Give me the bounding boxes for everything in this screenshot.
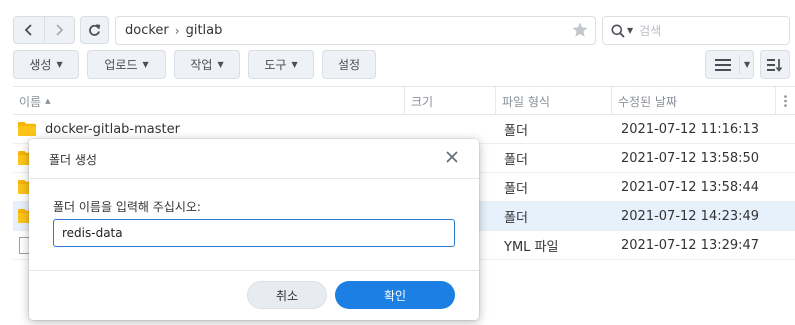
dialog-title: 폴더 생성 — [49, 153, 97, 167]
chevron-right-icon: › — [174, 23, 180, 38]
column-type-label: 파일 형식 — [502, 94, 550, 109]
search-input[interactable] — [639, 23, 780, 38]
upload-label: 업로드 — [104, 58, 138, 72]
create-label: 생성 — [29, 58, 52, 72]
column-name-label: 이름 — [19, 94, 42, 109]
view-mode-button[interactable]: ▼ — [705, 50, 754, 79]
file-modified: 2021-07-12 13:58:44 — [621, 179, 760, 195]
back-button[interactable] — [14, 17, 44, 43]
breadcrumb-segment[interactable]: gitlab — [186, 23, 223, 38]
tools-label: 도구 — [264, 58, 287, 72]
upload-button[interactable]: 업로드 ▼ — [87, 50, 166, 79]
folder-name-input[interactable] — [53, 219, 455, 247]
settings-button[interactable]: 설정 — [322, 50, 376, 79]
search-box: ▼ — [602, 16, 790, 45]
settings-label: 설정 — [337, 58, 361, 72]
file-modified: 2021-07-12 13:58:50 — [621, 150, 760, 166]
refresh-button[interactable] — [80, 16, 109, 44]
file-modified: 2021-07-12 11:16:13 — [621, 121, 760, 137]
column-name[interactable]: 이름 ▲ — [13, 87, 404, 115]
file-type: 폴더 — [504, 181, 528, 197]
chevron-right-icon — [56, 24, 64, 36]
column-modified-label: 수정된 날짜 — [618, 94, 678, 109]
column-menu-button[interactable] — [775, 87, 795, 115]
column-modified[interactable]: 수정된 날짜 — [611, 87, 775, 115]
sort-asc-icon: ▲ — [45, 97, 51, 105]
search-icon[interactable] — [611, 24, 625, 38]
folder-icon — [18, 122, 36, 136]
tools-button[interactable]: 도구 ▼ — [248, 50, 314, 79]
chevron-down-icon: ▼ — [142, 60, 149, 69]
star-icon[interactable] — [571, 21, 589, 39]
refresh-icon — [89, 23, 101, 36]
chevron-down-icon: ▼ — [291, 60, 298, 69]
file-type: 폴더 — [504, 152, 528, 168]
file-type: 폴더 — [504, 123, 528, 139]
chevron-down-icon: ▼ — [56, 60, 63, 69]
path-breadcrumb[interactable]: docker › gitlab — [115, 16, 596, 45]
file-modified: 2021-07-12 14:23:49 — [621, 208, 760, 224]
column-size[interactable]: 크기 — [404, 87, 495, 115]
history-nav — [13, 16, 75, 44]
file-type: YML 파일 — [504, 239, 559, 255]
cancel-button[interactable]: 취소 — [247, 281, 327, 309]
file-list-header: 이름 ▲ 크기 파일 형식 수정된 날짜 — [13, 86, 795, 115]
file-modified: 2021-07-12 13:29:47 — [621, 237, 760, 253]
column-type[interactable]: 파일 형식 — [495, 87, 611, 115]
close-icon[interactable] — [445, 150, 459, 164]
chevron-left-icon — [24, 24, 32, 36]
sort-button[interactable] — [760, 50, 790, 79]
sort-icon — [767, 58, 783, 72]
more-vertical-icon — [784, 95, 787, 107]
confirm-button[interactable]: 확인 — [335, 281, 455, 309]
breadcrumb-segment[interactable]: docker — [125, 23, 169, 38]
chevron-down-icon: ▼ — [217, 60, 224, 69]
create-folder-dialog: 폴더 생성 폴더 이름을 입력해 주십시오: 취소 확인 — [29, 139, 479, 320]
action-button[interactable]: 작업 ▼ — [174, 50, 240, 79]
dialog-divider — [29, 270, 479, 271]
dialog-prompt: 폴더 이름을 입력해 주십시오: — [53, 200, 201, 214]
create-button[interactable]: 생성 ▼ — [13, 50, 79, 79]
forward-button[interactable] — [43, 17, 75, 43]
action-label: 작업 — [190, 58, 213, 72]
file-type: 폴더 — [504, 210, 528, 226]
dialog-divider — [29, 178, 479, 179]
chevron-down-icon: ▼ — [744, 60, 751, 69]
list-view-icon — [715, 58, 731, 71]
column-size-label: 크기 — [411, 94, 434, 109]
chevron-down-icon[interactable]: ▼ — [627, 26, 633, 35]
